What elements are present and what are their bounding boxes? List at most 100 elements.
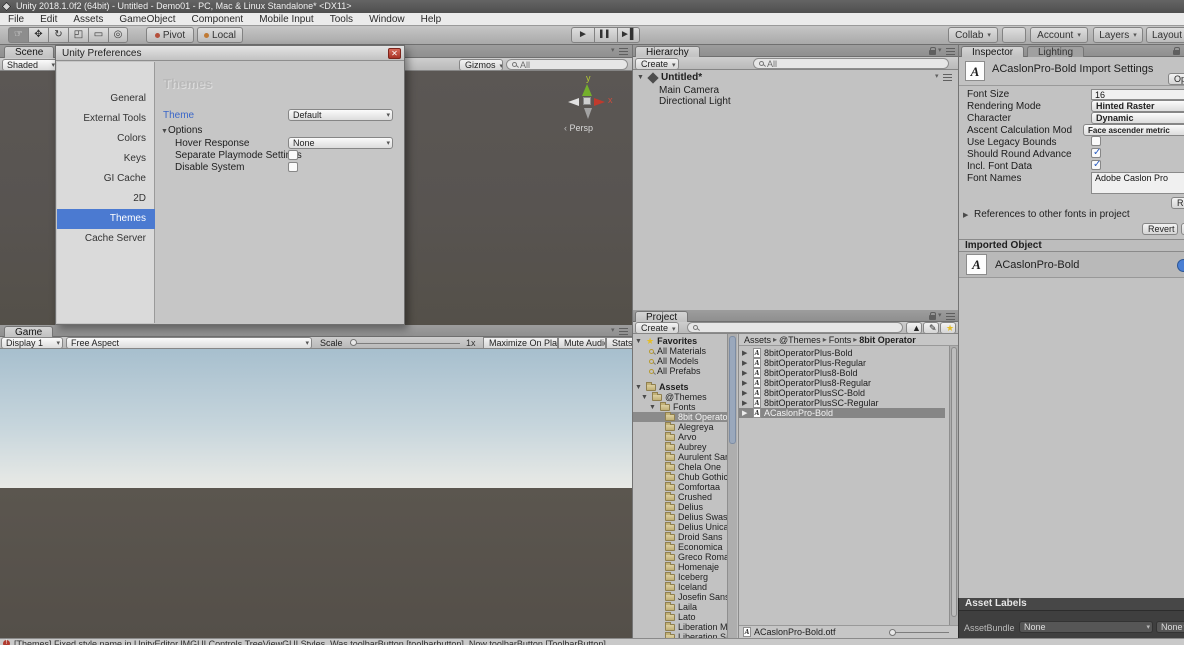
re-button[interactable]: Re xyxy=(1171,197,1184,209)
hierarchy-create-button[interactable]: Create▾ xyxy=(635,58,679,70)
file-row[interactable]: ▶8bitOperatorPlusSC-Regular xyxy=(739,398,945,408)
tree-font-folder[interactable]: Aubrey xyxy=(665,442,727,452)
tree-font-folder[interactable]: Chub Gothic xyxy=(665,472,727,482)
tree-assets[interactable]: ▼ Assets xyxy=(633,382,727,392)
tree-font-folder[interactable]: Delius Swash xyxy=(665,512,727,522)
tree-scrollbar[interactable] xyxy=(727,334,737,638)
file-row[interactable]: ▶8bitOperatorPlus8-Bold xyxy=(739,368,945,378)
should-round-advance-checkbox[interactable] xyxy=(1091,148,1101,158)
scale-slider-track[interactable] xyxy=(350,343,460,344)
incl-font-data-checkbox[interactable] xyxy=(1091,160,1101,170)
font-names-field[interactable]: Adobe Caslon Pro xyxy=(1091,172,1184,194)
collab-button[interactable]: Collab ▾ xyxy=(948,27,998,43)
scale-slider-knob[interactable] xyxy=(350,339,357,346)
foldout-closed-icon[interactable]: ▶ xyxy=(742,399,750,407)
font-size-field[interactable]: 16 xyxy=(1091,89,1184,100)
tree-font-folder[interactable]: Laila xyxy=(665,602,727,612)
aspect-dropdown[interactable]: Free Aspect xyxy=(66,337,312,349)
foldout-closed-icon[interactable]: ▶ xyxy=(742,349,750,357)
panel-menu-icon[interactable] xyxy=(946,48,955,55)
tree-font-folder[interactable]: Greco Roman xyxy=(665,552,727,562)
prefs-nav-general[interactable]: General xyxy=(57,89,155,109)
disable-system-checkbox[interactable] xyxy=(288,162,298,172)
tree-font-folder[interactable]: Delius xyxy=(665,502,727,512)
lock-icon[interactable] xyxy=(929,312,936,320)
tree-font-folder[interactable]: Chela One xyxy=(665,462,727,472)
shaded-dropdown[interactable]: Shaded xyxy=(2,59,58,71)
tab-project[interactable]: Project xyxy=(635,311,688,322)
move-tool-button[interactable]: ✥ xyxy=(28,27,48,43)
file-pane-scrollbar-thumb[interactable] xyxy=(951,347,957,617)
hierarchy-item-main-camera[interactable]: Main Camera xyxy=(659,85,719,96)
close-icon[interactable]: ✕ xyxy=(388,48,401,59)
prefs-nav-cache-server[interactable]: Cache Server xyxy=(57,229,155,249)
gizmo-center-cube[interactable] xyxy=(583,97,591,105)
menu-component[interactable]: Component xyxy=(184,14,252,25)
file-row[interactable]: ▶8bitOperatorPlus-Regular xyxy=(739,358,945,368)
scene-search-input[interactable]: All xyxy=(506,59,628,70)
rendering-mode-dropdown[interactable]: Hinted Raster xyxy=(1091,100,1184,112)
game-viewport[interactable] xyxy=(0,349,632,638)
tree-fonts-folder[interactable]: ▼ Fonts xyxy=(649,402,727,412)
assetbundle-variant-dropdown[interactable]: None xyxy=(1156,621,1184,633)
local-toggle-button[interactable]: Local xyxy=(197,27,243,43)
tree-all-prefabs[interactable]: All Prefabs xyxy=(649,366,727,376)
hover-response-dropdown[interactable]: None xyxy=(288,137,393,149)
axis-x-cone[interactable] xyxy=(594,98,605,106)
layers-button[interactable]: Layers ▾ xyxy=(1093,27,1143,43)
save-search-button[interactable]: ★ xyxy=(940,322,956,334)
foldout-closed-icon[interactable]: ▶ xyxy=(742,359,750,367)
prefs-nav-external-tools[interactable]: External Tools xyxy=(57,109,155,129)
panel-menu-icon[interactable] xyxy=(619,328,628,335)
revert-button[interactable]: Revert xyxy=(1142,223,1178,235)
scale-tool-button[interactable]: ◰ xyxy=(68,27,88,43)
menu-tools[interactable]: Tools xyxy=(322,14,361,25)
prefs-nav-themes[interactable]: Themes xyxy=(57,209,155,229)
tree-font-folder-selected[interactable]: 8bit Operator xyxy=(633,412,727,422)
axis-negx-cone[interactable] xyxy=(568,98,579,106)
separate-playmode-checkbox[interactable] xyxy=(288,150,298,160)
breadcrumb-assets[interactable]: Assets xyxy=(744,335,771,345)
file-row-selected[interactable]: ▶ACaslonPro-Bold xyxy=(739,408,945,418)
tab-scene[interactable]: Scene xyxy=(4,46,54,58)
layout-button[interactable]: Layout xyxy=(1146,27,1184,43)
rect-tool-button[interactable]: ▭ xyxy=(88,27,108,43)
thumbnail-slider-knob[interactable] xyxy=(889,629,896,636)
search-by-label-button[interactable]: ✎ xyxy=(923,322,939,334)
file-row[interactable]: ▶8bitOperatorPlus-Bold xyxy=(739,348,945,358)
persp-toggle[interactable]: ‹ Persp xyxy=(564,123,593,133)
pause-button[interactable]: ▌▌ xyxy=(594,27,617,43)
foldout-closed-icon[interactable]: ▶ xyxy=(742,389,750,397)
project-create-button[interactable]: Create▾ xyxy=(635,322,679,334)
menu-assets[interactable]: Assets xyxy=(65,14,111,25)
menu-edit[interactable]: Edit xyxy=(32,14,65,25)
menu-help[interactable]: Help xyxy=(413,14,450,25)
tree-scrollbar-thumb[interactable] xyxy=(729,336,736,444)
tree-font-folder[interactable]: Iceberg xyxy=(665,572,727,582)
tab-inspector[interactable]: Inspector xyxy=(961,46,1024,57)
tree-font-folder[interactable]: Lato xyxy=(665,612,727,622)
tree-all-materials[interactable]: All Materials xyxy=(649,346,727,356)
breadcrumb-themes[interactable]: @Themes xyxy=(779,335,821,345)
tree-font-folder[interactable]: Arvo xyxy=(665,432,727,442)
breadcrumb-current[interactable]: 8bit Operator xyxy=(859,335,916,345)
pivot-toggle-button[interactable]: Pivot xyxy=(146,27,194,43)
hierarchy-item-directional-light[interactable]: Directional Light xyxy=(659,96,731,107)
tree-font-folder[interactable]: Liberation Mon xyxy=(665,622,727,632)
transform-tool-button[interactable]: ◎ xyxy=(108,27,128,43)
foldout-closed-icon[interactable]: ▶ xyxy=(742,409,750,417)
play-button[interactable]: ► xyxy=(571,27,594,43)
character-dropdown[interactable]: Dynamic xyxy=(1091,112,1184,124)
help-icon[interactable] xyxy=(1177,259,1184,272)
project-search-input[interactable] xyxy=(687,322,903,333)
maximize-on-play-button[interactable]: Maximize On Play xyxy=(483,337,558,349)
foldout-open-icon[interactable]: ▼ xyxy=(635,338,643,345)
theme-dropdown[interactable]: Default xyxy=(288,109,393,121)
foldout-closed-icon[interactable]: ▶ xyxy=(742,379,750,387)
tab-game[interactable]: Game xyxy=(4,326,53,337)
display-dropdown[interactable]: Display 1 xyxy=(1,337,63,349)
prefs-nav-gi-cache[interactable]: GI Cache xyxy=(57,169,155,189)
scene-gizmos-dropdown[interactable]: Gizmos▾ xyxy=(459,59,503,71)
menu-mobile-input[interactable]: Mobile Input xyxy=(251,14,321,25)
file-row[interactable]: ▶8bitOperatorPlusSC-Bold xyxy=(739,388,945,398)
